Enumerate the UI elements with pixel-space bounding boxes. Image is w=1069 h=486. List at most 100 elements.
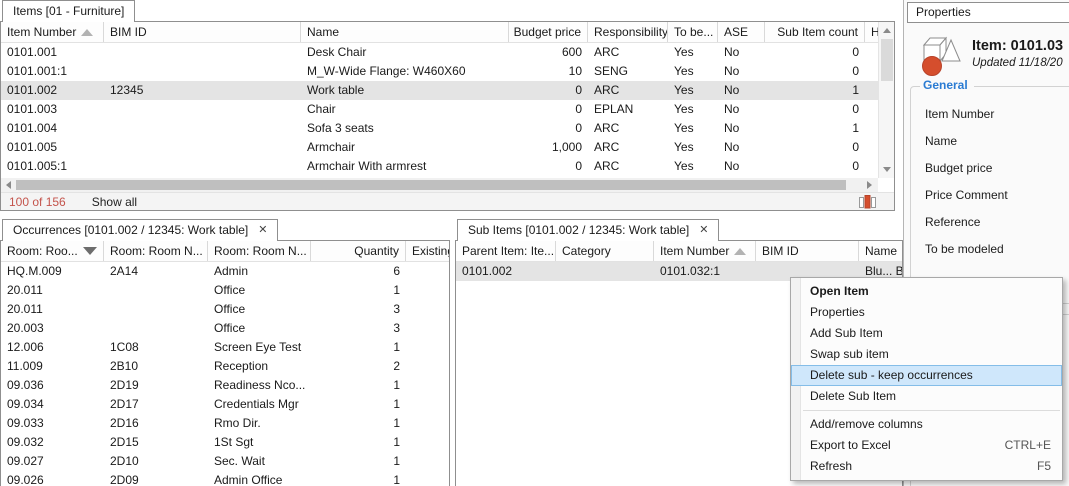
cell-to-be: Yes [668, 81, 718, 100]
horizontal-scrollbar-thumb[interactable] [16, 180, 846, 190]
vertical-scrollbar-thumb[interactable] [881, 39, 893, 81]
menu-item-swap-sub-item[interactable]: Swap sub item [791, 344, 1062, 365]
close-icon[interactable]: ✕ [258, 225, 267, 236]
items-table-header: Item Number BIM ID Name Budget price Res… [1, 22, 878, 43]
cell-name: Armchair With armrest [301, 157, 509, 176]
cell-budget-price: 0 [509, 81, 588, 100]
cell-item-number: 0101.004 [1, 119, 104, 138]
tab-occurrences[interactable]: Occurrences [0101.002 / 12345: Work tabl… [2, 219, 278, 241]
column-header-room-3[interactable]: Room: Room N... [208, 241, 311, 261]
cell-room-number-2 [104, 300, 208, 319]
table-row[interactable]: 09.027 2D10 Sec. Wait 1 [1, 452, 449, 471]
column-header-existing[interactable]: Existing [406, 241, 449, 261]
table-row[interactable]: HQ.M.009 2A14 Admin 6 [1, 262, 449, 281]
column-header-responsibility[interactable]: Responsibility [588, 22, 668, 42]
menu-item-export-to-excel[interactable]: Export to ExcelCTRL+E [791, 435, 1062, 456]
column-header-bim-id[interactable]: BIM ID [104, 22, 301, 42]
properties-updated-label: Updated 11/18/20 [972, 57, 1063, 69]
menu-item-delete-sub-item[interactable]: Delete Sub Item [791, 386, 1062, 407]
menu-item-label: Open Item [810, 282, 1051, 301]
cell-quantity: 2 [311, 357, 406, 376]
cell-sub-item-number: 0101.032:1 [654, 262, 756, 281]
menu-item-add-remove-columns[interactable]: Add/remove columns [791, 414, 1062, 435]
table-row[interactable]: 20.011 Office 3 [1, 300, 449, 319]
column-header-budget-price[interactable]: Budget price [509, 22, 588, 42]
scroll-right-icon[interactable] [867, 181, 872, 189]
cell-existing [406, 471, 449, 486]
menu-item-delete-sub-keep-occurrences[interactable]: Delete sub - keep occurrences [791, 365, 1062, 386]
filter-icon[interactable] [83, 247, 97, 255]
column-header-quantity[interactable]: Quantity [311, 241, 406, 261]
menu-item-refresh[interactable]: RefreshF5 [791, 456, 1062, 477]
table-row[interactable]: 09.036 2D19 Readiness Nco... 1 [1, 376, 449, 395]
column-header-room-2[interactable]: Room: Room N... [104, 241, 208, 261]
cell-room-number-2: 2D09 [104, 471, 208, 486]
cell-ase: No [718, 157, 765, 176]
vertical-scrollbar[interactable] [878, 22, 894, 178]
table-row[interactable]: 20.011 Office 1 [1, 281, 449, 300]
property-field-label[interactable]: Reference [925, 209, 1069, 236]
column-header-to-be[interactable]: To be... [668, 22, 718, 42]
table-row[interactable]: 0101.004 Sofa 3 seats 0 ARC Yes No 1 [1, 119, 878, 138]
cell-existing [406, 414, 449, 433]
table-row[interactable]: 12.006 1C08 Screen Eye Test 1 [1, 338, 449, 357]
cell-room-number-2: 2A14 [104, 262, 208, 281]
table-row[interactable]: 0101.005 Armchair 1,000 ARC Yes No 0 [1, 138, 878, 157]
cell-room-number: 09.036 [1, 376, 104, 395]
property-field-label[interactable]: To be modeled [925, 236, 1069, 263]
column-header-ase[interactable]: ASE [718, 22, 765, 42]
table-row[interactable]: 09.026 2D09 Admin Office 1 [1, 471, 449, 486]
application-window: Items [01 - Furniture] Item Number BIM I… [0, 0, 1069, 486]
table-row[interactable]: 0101.001 Desk Chair 600 ARC Yes No 0 [1, 43, 878, 62]
scroll-up-icon[interactable] [883, 28, 891, 33]
column-header-room-1[interactable]: Room: Roo... [1, 241, 104, 261]
close-icon[interactable]: ✕ [699, 225, 708, 236]
column-header-parent-item[interactable]: Parent Item: Ite... [456, 241, 556, 261]
column-header-sub-bim-id[interactable]: BIM ID [756, 241, 859, 261]
table-row[interactable]: 09.033 2D16 Rmo Dir. 1 [1, 414, 449, 433]
cell-room-number-2: 2D10 [104, 452, 208, 471]
table-row[interactable]: 11.009 2B10 Reception 2 [1, 357, 449, 376]
table-row[interactable]: 0101.005:1 Armchair With armrest 0 ARC Y… [1, 157, 878, 176]
cell-responsibility: ARC [588, 81, 668, 100]
cell-bim-id [104, 138, 301, 157]
items-status-bar: 100 of 156 Show all [1, 192, 894, 210]
table-row[interactable]: 0101.001:1 M_W-Wide Flange: W460X60 10 S… [1, 62, 878, 81]
scroll-down-icon[interactable] [883, 167, 891, 172]
property-field-label[interactable]: Item Number [925, 101, 1069, 128]
menu-item-open-item[interactable]: Open Item [791, 281, 1062, 302]
cell-room-name: Credentials Mgr [208, 395, 311, 414]
cell-room-number: 09.034 [1, 395, 104, 414]
column-header-name[interactable]: Name [301, 22, 509, 42]
table-row[interactable]: 0101.003 Chair 0 EPLAN Yes No 0 [1, 100, 878, 119]
scroll-left-icon[interactable] [6, 181, 11, 189]
property-field-label[interactable]: Name [925, 128, 1069, 155]
column-header-sub-item-count[interactable]: Sub Item count [765, 22, 865, 42]
tab-sub-items[interactable]: Sub Items [0101.002 / 12345: Work table]… [457, 219, 719, 241]
column-header-item-number[interactable]: Item Number [1, 22, 104, 42]
menu-item-add-sub-item[interactable]: Add Sub Item [791, 323, 1062, 344]
table-row[interactable]: 09.034 2D17 Credentials Mgr 1 [1, 395, 449, 414]
column-header-sub-item-number[interactable]: Item Number [654, 241, 756, 261]
table-row[interactable]: 09.032 2D15 1St Sgt 1 [1, 433, 449, 452]
cell-quantity: 3 [311, 300, 406, 319]
column-header-ha[interactable]: Ha [865, 22, 878, 42]
cell-name: Work table [301, 81, 509, 100]
cell-quantity: 1 [311, 395, 406, 414]
column-chooser-icon[interactable] [858, 195, 878, 209]
horizontal-scrollbar[interactable] [1, 178, 878, 192]
column-header-category[interactable]: Category [556, 241, 654, 261]
cell-budget-price: 0 [509, 157, 588, 176]
cell-bim-id [104, 157, 301, 176]
menu-item-label: Delete Sub Item [810, 387, 1051, 406]
cell-responsibility: ARC [588, 119, 668, 138]
cell-responsibility: ARC [588, 138, 668, 157]
property-field-label[interactable]: Price Comment [925, 182, 1069, 209]
table-row[interactable]: 0101.002 12345 Work table 0 ARC Yes No 1 [1, 81, 878, 100]
menu-item-properties[interactable]: Properties [791, 302, 1062, 323]
property-field-label[interactable]: Budget price [925, 155, 1069, 182]
tab-items[interactable]: Items [01 - Furniture] [2, 0, 135, 22]
show-all-link[interactable]: Show all [92, 195, 137, 209]
table-row[interactable]: 20.003 Office 3 [1, 319, 449, 338]
column-header-sub-name[interactable]: Name [859, 241, 902, 261]
